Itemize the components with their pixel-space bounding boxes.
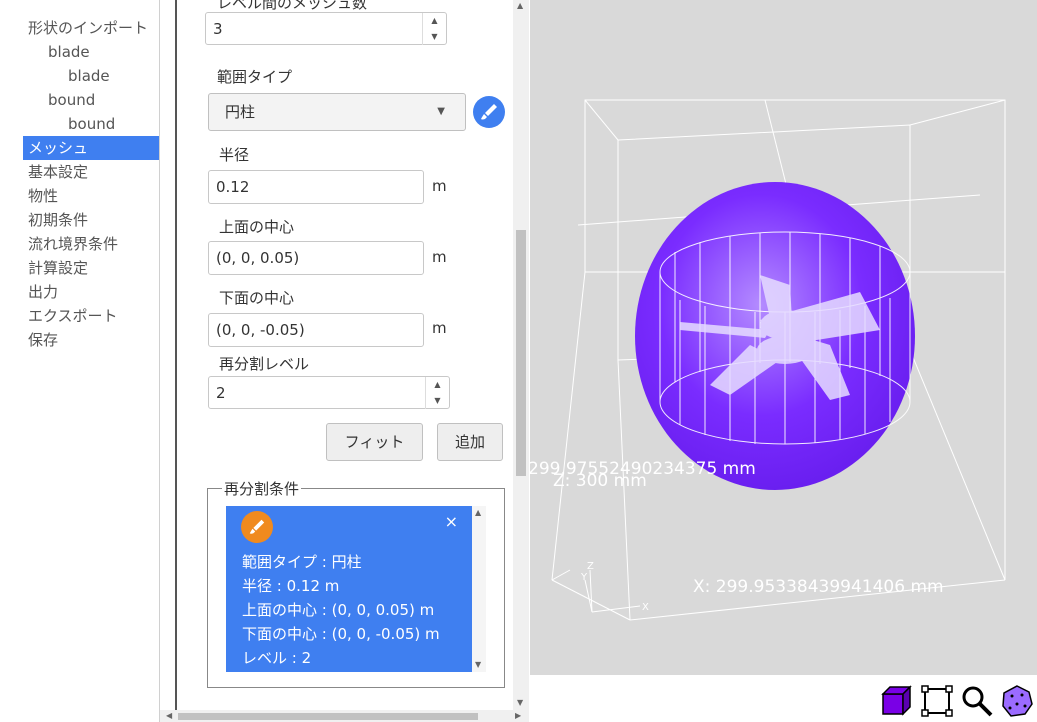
nav-item-blade[interactable]: blade <box>0 40 159 64</box>
axis-x-label: X <box>642 602 649 613</box>
close-icon[interactable]: × <box>445 512 458 531</box>
scroll-up-icon[interactable]: ▲ <box>475 508 481 517</box>
axis-z-label: Z <box>587 561 594 572</box>
scroll-right-icon[interactable]: ▶ <box>515 711 521 720</box>
scroll-down-icon[interactable]: ▼ <box>517 698 523 707</box>
nav-tree: 形状のインポート blade blade bound bound メッシュ 基本… <box>0 0 160 722</box>
spin-down-icon[interactable]: ▼ <box>426 393 449 409</box>
panel-vertical-scrollbar[interactable]: ▲ ▼ <box>513 0 529 710</box>
panel-horizontal-scrollbar[interactable]: ◀ ▶ <box>160 710 529 722</box>
level-value: 2 <box>216 384 226 402</box>
condition-line: 半径 : 0.12 m <box>242 577 340 595</box>
3d-viewport[interactable]: X Y Z 299.97552490234375 mm Z: 300 mm X:… <box>530 0 1037 675</box>
nav-item-blade-child[interactable]: blade <box>0 64 159 88</box>
bottom-center-label: 下面の中心 <box>219 289 295 307</box>
nav-item-bound[interactable]: bound <box>0 88 159 112</box>
3d-scene: X Y Z <box>551 99 1006 621</box>
spin-up-icon[interactable]: ▲ <box>426 377 449 393</box>
nav-item-bound-child[interactable]: bound <box>0 112 159 136</box>
condition-line: 範囲タイプ : 円柱 <box>242 553 362 571</box>
radius-unit: m <box>432 177 447 195</box>
range-type-select[interactable]: 円柱 ▼ <box>208 93 466 131</box>
level-label: 再分割レベル <box>219 355 310 373</box>
scroll-left-icon[interactable]: ◀ <box>166 711 172 720</box>
scroll-up-icon[interactable]: ▲ <box>517 1 523 10</box>
level-input[interactable]: 2 ▲ ▼ <box>208 376 450 409</box>
radius-label: 半径 <box>219 146 250 164</box>
spin-down-icon[interactable]: ▼ <box>423 29 446 45</box>
axis-triad <box>584 569 641 613</box>
top-center-label: 上面の中心 <box>219 218 295 236</box>
mesh-count-value: 3 <box>213 20 223 38</box>
nav-item-mesh[interactable]: メッシュ <box>23 136 159 160</box>
brush-badge-icon <box>241 511 273 543</box>
condition-scrollbar[interactable]: ▲ ▼ <box>472 506 486 672</box>
bottom-center-input[interactable]: (0, 0, -0.05) <box>208 313 424 347</box>
solid-cube-icon[interactable] <box>880 684 914 716</box>
nav-item-calc-settings[interactable]: 計算設定 <box>0 256 159 280</box>
mesh-count-input[interactable]: 3 ▲ ▼ <box>205 12 447 45</box>
polyhedron-icon[interactable] <box>1000 684 1034 717</box>
zoom-icon[interactable] <box>960 684 994 717</box>
paint-brush-icon[interactable] <box>473 96 505 128</box>
add-button[interactable]: 追加 <box>437 423 503 461</box>
bottom-center-unit: m <box>432 319 447 337</box>
mesh-count-spinner[interactable]: ▲ ▼ <box>422 13 446 45</box>
top-center-unit: m <box>432 248 447 266</box>
nav-item-export[interactable]: エクスポート <box>0 304 159 328</box>
top-center-input[interactable]: (0, 0, 0.05) <box>208 241 424 275</box>
level-spinner[interactable]: ▲ ▼ <box>425 377 449 409</box>
radius-input[interactable]: 0.12 <box>208 170 424 204</box>
fit-button[interactable]: フィット <box>326 423 423 461</box>
condition-line: 上面の中心 : (0, 0, 0.05) m <box>242 601 435 619</box>
scroll-thumb[interactable] <box>178 713 478 720</box>
nav-item-basic-settings[interactable]: 基本設定 <box>0 160 159 184</box>
bounding-box-icon[interactable] <box>920 684 954 717</box>
condition-card[interactable]: × 範囲タイプ : 円柱 半径 : 0.12 m 上面の中心 : (0, 0, … <box>226 506 472 672</box>
condition-line: 下面の中心 : (0, 0, -0.05) m <box>242 625 440 643</box>
axis-y-label: Y <box>580 572 588 583</box>
z-dimension-label: Z: 300 mm <box>553 471 647 491</box>
spin-up-icon[interactable]: ▲ <box>423 13 446 29</box>
nav-item-flow-boundary[interactable]: 流れ境界条件 <box>0 232 159 256</box>
range-type-value: 円柱 <box>225 103 256 121</box>
dropdown-caret-icon: ▼ <box>437 106 445 117</box>
nav-item-properties[interactable]: 物性 <box>0 184 159 208</box>
scroll-thumb[interactable] <box>516 230 526 476</box>
condition-line: レベル : 2 <box>242 649 312 667</box>
x-dimension-label: X: 299.95338439941406 mm <box>693 577 944 597</box>
nav-item-shape-import[interactable]: 形状のインポート <box>0 16 159 40</box>
nav-item-save[interactable]: 保存 <box>0 328 159 352</box>
range-type-label: 範囲タイプ <box>217 68 293 86</box>
nav-item-initial-conditions[interactable]: 初期条件 <box>0 208 159 232</box>
scroll-down-icon[interactable]: ▼ <box>475 660 481 669</box>
condition-legend: 再分割条件 <box>224 480 300 498</box>
nav-item-output[interactable]: 出力 <box>0 280 159 304</box>
